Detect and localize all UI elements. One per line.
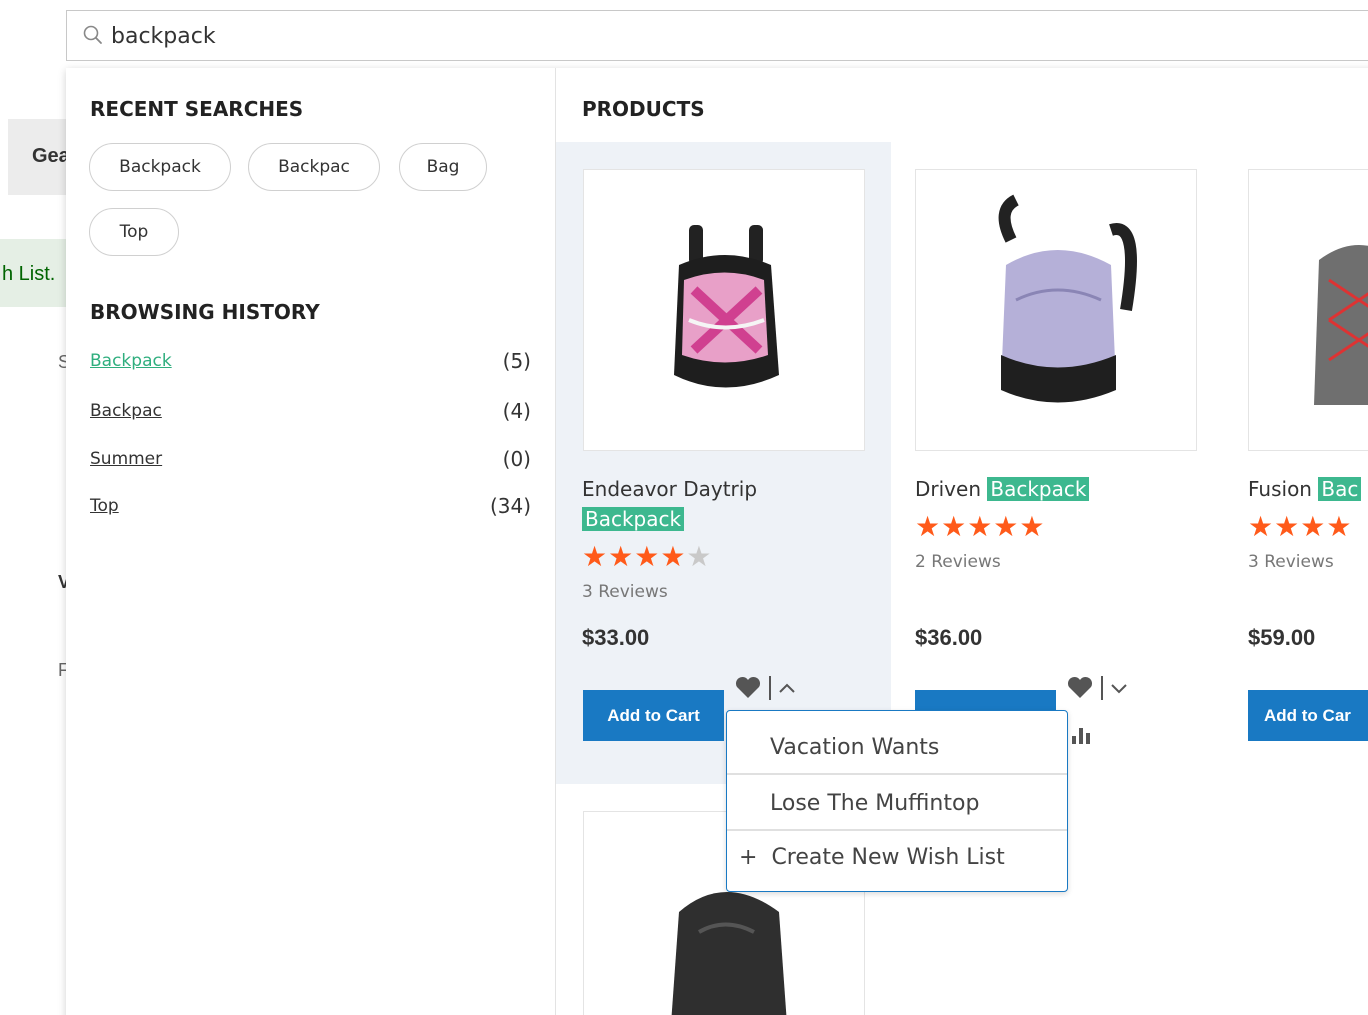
compare-icon[interactable] [1070, 724, 1096, 746]
search-input[interactable] [111, 19, 1011, 53]
history-count: (0) [502, 447, 531, 471]
product-price: $59.00 [1248, 625, 1316, 650]
add-to-cart-button[interactable]: Add to Cart [583, 690, 724, 741]
search-bar [66, 10, 1368, 61]
product-name[interactable]: Fusion Bac [1248, 474, 1362, 504]
reviews-link[interactable]: 3 Reviews [1248, 552, 1334, 572]
search-history-column: RECENT SEARCHES Backpack Backpac Bag Top… [66, 68, 556, 1015]
rating-stars: ★★★★★ [582, 540, 713, 573]
search-icon [83, 25, 102, 44]
history-link[interactable]: Backpac [90, 401, 162, 421]
plus-icon: + [739, 844, 758, 870]
wishlist-dropdown: Vacation Wants Lose The Muffintop + Crea… [726, 710, 1068, 892]
browsing-history-title: BROWSING HISTORY [90, 300, 320, 324]
add-to-cart-button[interactable]: Add to Car [1248, 690, 1368, 741]
heart-icon[interactable] [1066, 676, 1094, 700]
heart-icon[interactable] [734, 676, 762, 700]
recent-search-chip[interactable]: Backpack [89, 143, 231, 191]
background-message-text: h List. [2, 263, 56, 285]
background-tab-label: Gea [32, 145, 70, 167]
product-name[interactable]: Driven Backpack [915, 474, 1090, 504]
create-wishlist-label: Create New Wish List [771, 844, 1005, 870]
chevron-down-icon[interactable] [1098, 674, 1134, 702]
search-highlight: Bac [1318, 477, 1362, 501]
search-highlight: Backpack [987, 477, 1090, 501]
rating-stars: ★★★★ [1248, 510, 1353, 543]
products-title: PRODUCTS [582, 97, 705, 121]
product-price: $33.00 [582, 625, 650, 650]
product-price: $36.00 [915, 625, 983, 650]
reviews-link[interactable]: 3 Reviews [582, 582, 668, 602]
product-name-prefix: Driven [915, 477, 981, 501]
product-name-prefix: Endeavor Daytrip [582, 477, 758, 501]
wishlist-option[interactable]: Lose The Muffintop [727, 775, 1067, 831]
history-link[interactable]: Top [90, 496, 119, 516]
product-name[interactable]: Endeavor Daytrip Backpack [582, 474, 812, 534]
rating-stars: ★★★★★ [915, 510, 1046, 543]
search-highlight: Backpack [582, 507, 685, 531]
history-count: (4) [502, 399, 531, 423]
history-link[interactable]: Summer [90, 449, 162, 469]
recent-searches-title: RECENT SEARCHES [90, 97, 304, 121]
chevron-up-icon[interactable] [766, 674, 802, 702]
backpack-grey-image [1314, 245, 1368, 405]
create-wishlist-option[interactable]: + Create New Wish List [727, 829, 1067, 885]
search-autocomplete-dropdown: RECENT SEARCHES Backpack Backpac Bag Top… [66, 68, 1368, 1015]
recent-search-chip[interactable]: Backpac [248, 143, 380, 191]
reviews-link[interactable]: 2 Reviews [915, 552, 1001, 572]
history-link[interactable]: Backpack [90, 351, 172, 371]
history-count: (5) [502, 349, 531, 373]
page: Gea h List. S V F RECENT SEARCHES Backpa… [0, 0, 1368, 1015]
product-name-prefix: Fusion [1248, 477, 1312, 501]
product-image[interactable] [1248, 169, 1368, 451]
backpack-lavender-image [998, 194, 1137, 403]
recent-search-chip[interactable]: Bag [399, 143, 487, 191]
wishlist-option[interactable]: Vacation Wants [727, 719, 1067, 775]
backpack-pink-image [674, 225, 779, 388]
product-image[interactable] [583, 169, 865, 451]
recent-search-chip[interactable]: Top [89, 208, 179, 256]
product-image[interactable] [915, 169, 1197, 451]
history-count: (34) [489, 494, 531, 518]
